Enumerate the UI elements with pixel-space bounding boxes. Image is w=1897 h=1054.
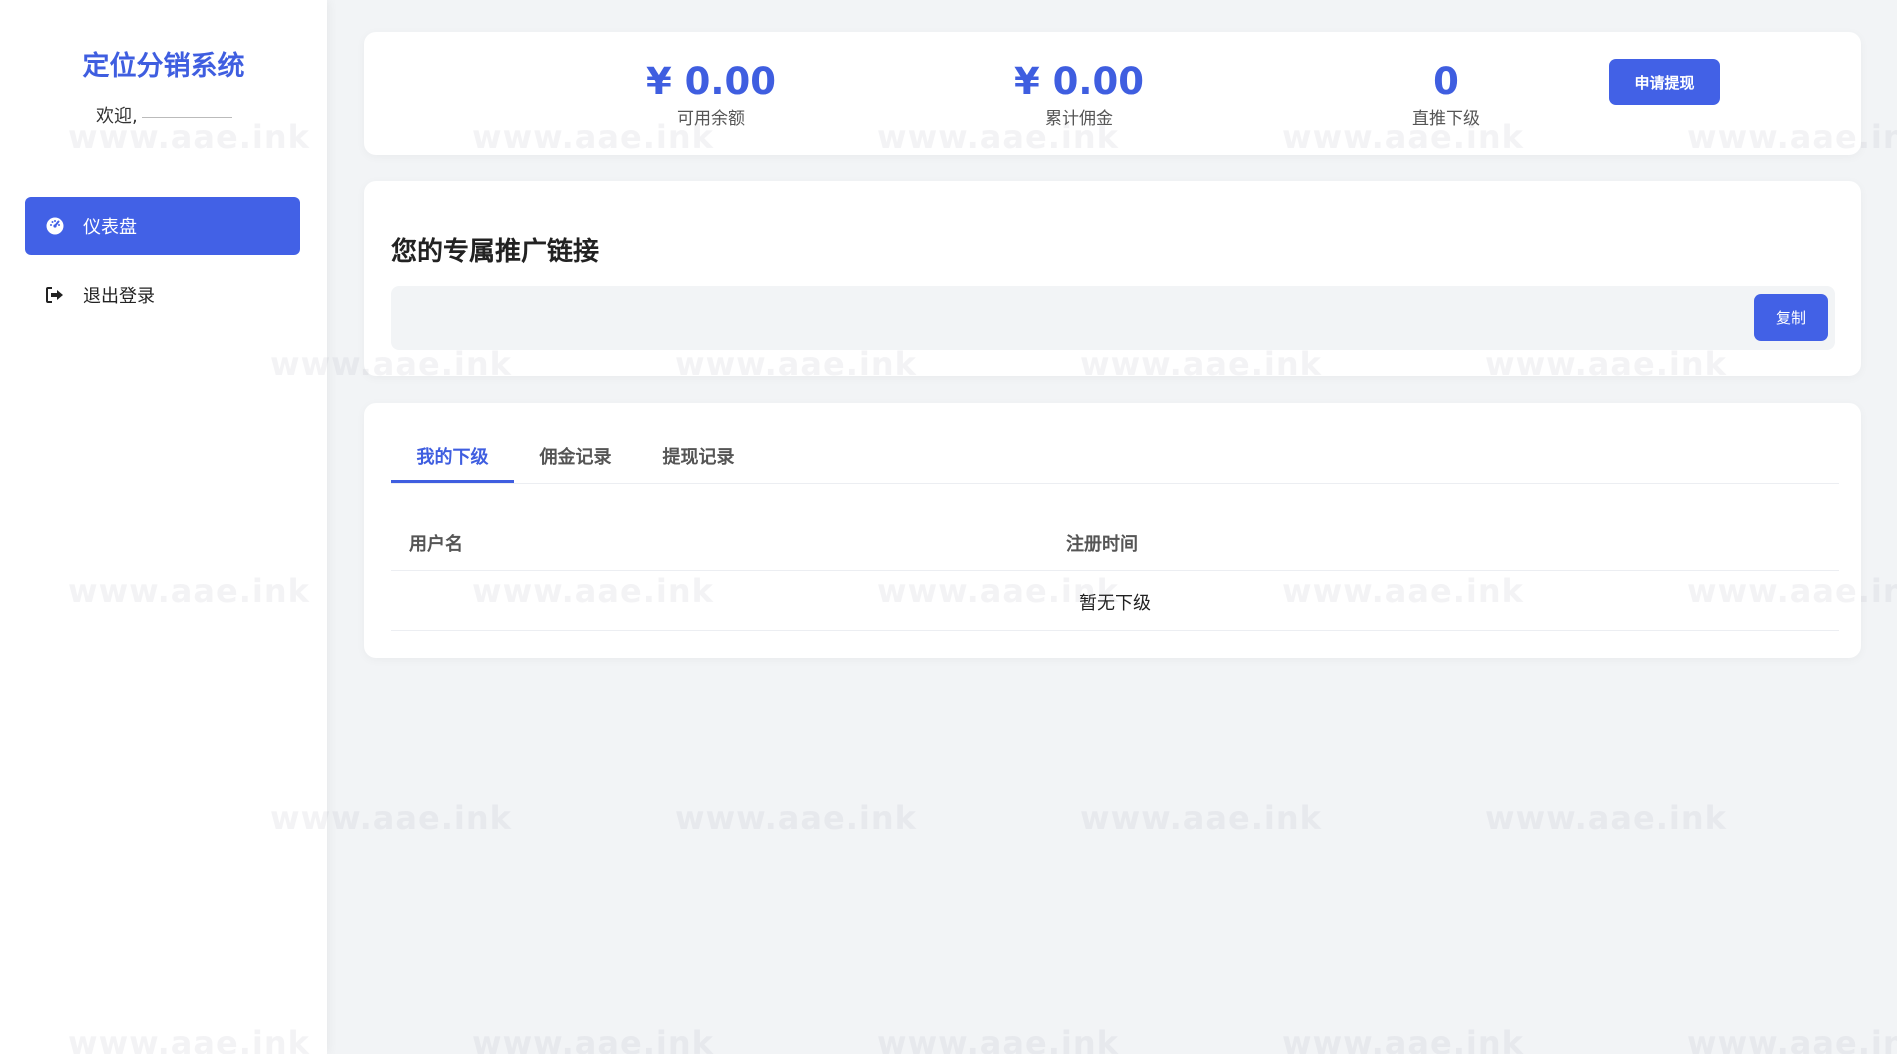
direct-referrals-label: 直推下级 [1412, 109, 1480, 129]
records-card: 我的下级 佣金记录 提现记录 用户名 注册时间 暂无下级 [364, 403, 1861, 658]
nav-label-logout: 退出登录 [83, 286, 155, 307]
nav-item-dashboard[interactable]: 仪表盘 [25, 197, 300, 255]
watermark: www.aae.ink [1485, 799, 1727, 837]
copy-button[interactable]: 复制 [1754, 294, 1828, 341]
withdraw-button[interactable]: 申请提现 [1609, 59, 1720, 105]
promo-link-box: 复制 [391, 286, 1835, 350]
total-commission-label: 累计佣金 [1045, 109, 1113, 129]
dashboard-icon [45, 216, 65, 236]
stat-direct-referrals: 0 直推下级 [1296, 60, 1596, 129]
empty-state-text: 暂无下级 [1079, 593, 1151, 614]
watermark: www.aae.ink [1687, 1024, 1897, 1054]
brand-title: 定位分销系统 [82, 51, 245, 82]
table-header: 用户名 注册时间 [391, 515, 1839, 571]
table-empty-row: 暂无下级 [391, 571, 1839, 631]
downline-table: 用户名 注册时间 暂无下级 [391, 515, 1839, 631]
tab-bar: 我的下级 佣金记录 提现记录 [391, 403, 1839, 484]
tab-commission-records[interactable]: 佣金记录 [514, 443, 637, 483]
direct-referrals-value: 0 [1433, 60, 1459, 103]
watermark: www.aae.ink [472, 1024, 714, 1054]
nav-label-dashboard: 仪表盘 [83, 217, 137, 238]
available-balance-label: 可用余额 [677, 109, 745, 129]
stat-total-commission: ¥ 0.00 累计佣金 [929, 60, 1229, 129]
sidebar: 定位分销系统 欢迎, 仪表盘 退出登录 [0, 0, 327, 1054]
column-header-register-time: 注册时间 [1066, 534, 1138, 555]
promo-title: 您的专属推广链接 [391, 237, 600, 267]
stat-available-balance: ¥ 0.00 可用余额 [561, 60, 861, 129]
watermark: www.aae.ink [1282, 1024, 1524, 1054]
available-balance-value: ¥ 0.00 [646, 60, 776, 103]
total-commission-value: ¥ 0.00 [1014, 60, 1144, 103]
nav-item-logout[interactable]: 退出登录 [25, 266, 300, 324]
app-root: 定位分销系统 欢迎, 仪表盘 退出登录 ¥ 0.00 可用余额 ¥ 0.00 累… [0, 0, 1897, 1054]
tab-my-downline[interactable]: 我的下级 [391, 443, 514, 483]
welcome-label: 欢迎, [96, 106, 138, 127]
stats-card: ¥ 0.00 可用余额 ¥ 0.00 累计佣金 0 直推下级 申请提现 [364, 32, 1861, 155]
promo-link-input[interactable] [391, 286, 1691, 350]
username-placeholder [141, 116, 232, 118]
watermark: www.aae.ink [877, 1024, 1119, 1054]
tab-withdraw-records[interactable]: 提现记录 [637, 443, 760, 483]
logout-icon [45, 285, 65, 305]
promo-link-card: 您的专属推广链接 复制 [364, 181, 1861, 376]
watermark: www.aae.ink [675, 799, 917, 837]
welcome-text: 欢迎, [96, 102, 232, 128]
watermark: www.aae.ink [1080, 799, 1322, 837]
column-header-username: 用户名 [409, 534, 463, 555]
